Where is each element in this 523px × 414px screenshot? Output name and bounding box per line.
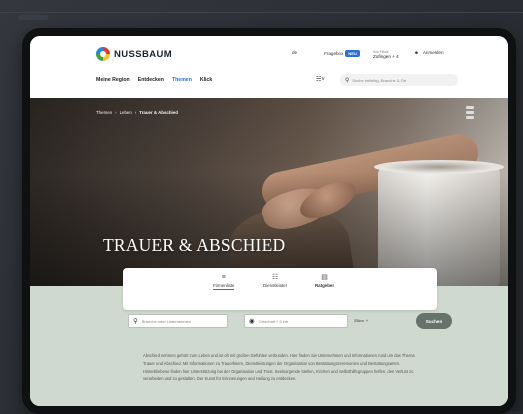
cart-icon[interactable]: ☵˅: [316, 76, 325, 83]
store-selector[interactable]: Ihre Filiale Zofingen + 4: [373, 50, 399, 60]
location-pin-icon: ◉: [249, 318, 255, 325]
tab-firmenliste[interactable]: ≡ Firmenliste: [213, 274, 235, 290]
search-icon: ⚲: [345, 77, 350, 84]
hero-overlay: [30, 98, 508, 286]
radius-value: 25km: [354, 318, 364, 323]
nav-item-entdecken[interactable]: Entdecken: [138, 77, 164, 83]
chevron-down-icon: ˅: [365, 318, 369, 323]
nav-item-meine-region[interactable]: Meine Region: [96, 77, 130, 83]
search-icon: ⚲: [133, 318, 138, 325]
language-selector[interactable]: de: [292, 50, 297, 55]
new-badge: NEU: [345, 50, 360, 57]
search-placeholder: Suche beliebig, Branche & Ort: [352, 77, 407, 83]
brand-name: NUSSBAUM: [114, 48, 173, 60]
business-link-label: Fragebox: [324, 51, 344, 56]
person-icon: ☻: [414, 50, 419, 55]
breadcrumb-item[interactable]: Themen: [96, 110, 112, 115]
page-title: TRAUER & ABSCHIED: [103, 235, 286, 255]
logo-pin-icon: [96, 47, 110, 61]
where-input[interactable]: ◉ Ortschaft + 5 km: [244, 314, 348, 328]
site-header: NUSSBAUM de Fragebox NEU Ihre Filiale Zo…: [30, 36, 508, 98]
tab-ratgeber[interactable]: ▤ Ratgeber: [315, 274, 334, 288]
account-link[interactable]: ☻ Anmelden: [414, 50, 444, 55]
nav-item-themen[interactable]: Themen: [172, 77, 192, 83]
store-name: Zofingen + 4: [373, 54, 399, 60]
breadcrumb-separator: ›: [134, 110, 137, 115]
nav-item-klick[interactable]: Klick: [200, 77, 212, 83]
radius-select[interactable]: 25km ˅: [354, 318, 368, 323]
background-decoration: [18, 15, 48, 20]
breadcrumb-separator: ›: [115, 110, 117, 115]
hero-image: [30, 98, 508, 286]
breadcrumb-current: Trauer & Abschied: [139, 110, 178, 115]
search-input[interactable]: ⚲ Suche beliebig, Branche & Ort: [340, 74, 458, 86]
where-placeholder: Ortschaft + 5 km: [258, 318, 289, 324]
service-icon: ☷: [271, 274, 279, 281]
what-input[interactable]: ⚲ Branche oder Unternehmen: [128, 314, 228, 328]
breadcrumb: Themen › Leben › Trauer & Abschied: [96, 110, 178, 115]
result-tabs: ≡ Firmenliste ☷ Dienstleister ▤ Ratgeber: [123, 268, 437, 310]
background-divider: [0, 12, 523, 13]
share-icon[interactable]: [466, 106, 474, 120]
book-icon: ▤: [321, 274, 328, 281]
tablet-frame: NUSSBAUM de Fragebox NEU Ihre Filiale Zo…: [22, 28, 516, 414]
what-placeholder: Branche oder Unternehmen: [141, 318, 192, 324]
tablet-screen: NUSSBAUM de Fragebox NEU Ihre Filiale Zo…: [30, 36, 508, 406]
intro-text: Abschied nehmen gehört zum Leben und ist…: [143, 353, 415, 382]
brand-logo[interactable]: NUSSBAUM: [96, 47, 172, 61]
business-link[interactable]: Fragebox NEU: [324, 50, 360, 57]
account-label: Anmelden: [422, 50, 444, 55]
tab-dienstleister[interactable]: ☷ Dienstleister: [263, 274, 287, 288]
list-icon: ≡: [221, 274, 226, 281]
main-nav: Meine Region Entdecken Themen Klick: [96, 77, 212, 83]
search-button[interactable]: Suchen: [416, 313, 452, 329]
breadcrumb-item[interactable]: Leben: [120, 110, 132, 115]
